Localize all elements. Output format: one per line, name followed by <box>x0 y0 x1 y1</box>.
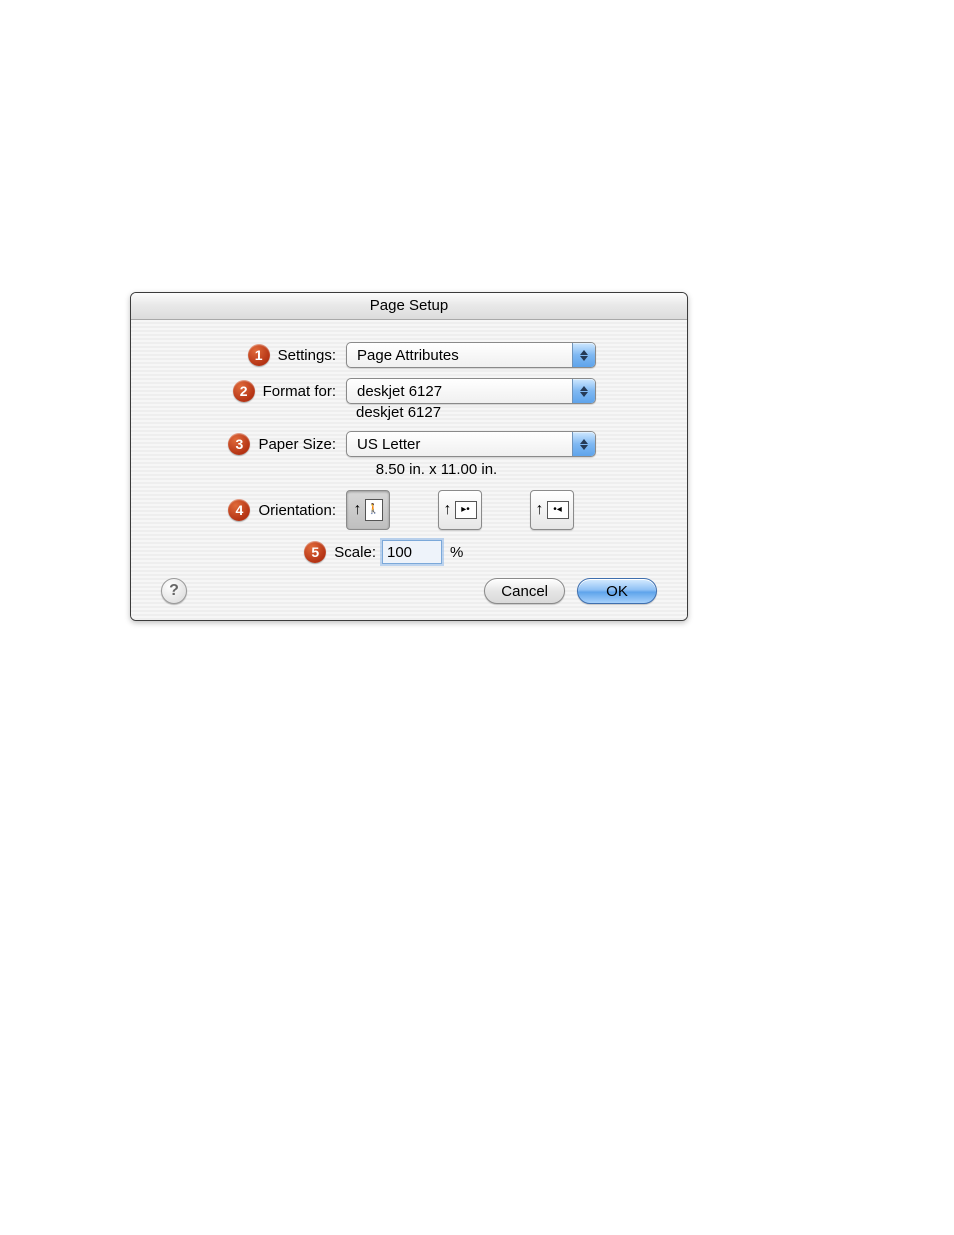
landscape-page-icon: •◂ <box>547 501 569 519</box>
cancel-button[interactable]: Cancel <box>484 578 565 604</box>
updown-arrows-icon <box>572 432 595 456</box>
paper-size-popup[interactable]: US Letter <box>346 431 596 457</box>
orientation-label: Orientation: <box>258 502 336 519</box>
format-for-popup[interactable]: deskjet 6127 <box>346 378 596 404</box>
settings-value: Page Attributes <box>357 347 572 364</box>
paper-dimensions: 8.50 in. x 11.00 in. <box>216 461 657 478</box>
dialog-title: Page Setup <box>131 293 687 320</box>
badge-4: 4 <box>228 499 250 521</box>
updown-arrows-icon <box>572 343 595 367</box>
badge-5: 5 <box>304 541 326 563</box>
scale-input[interactable] <box>382 540 442 564</box>
badge-1: 1 <box>248 344 270 366</box>
settings-popup[interactable]: Page Attributes <box>346 342 596 368</box>
dialog-content: 1 Settings: Page Attributes 2 Format for… <box>131 320 687 620</box>
paper-size-row: 3 Paper Size: US Letter <box>161 431 657 457</box>
up-arrow-icon: ↑ <box>536 501 544 519</box>
paper-size-label: Paper Size: <box>258 436 336 453</box>
format-for-row: 2 Format for: deskjet 6127 <box>161 378 657 404</box>
format-for-subtext: deskjet 6127 <box>356 404 657 421</box>
format-for-label: Format for: <box>263 383 336 400</box>
ok-button[interactable]: OK <box>577 578 657 604</box>
updown-arrows-icon <box>572 379 595 403</box>
landscape-page-icon: ▸• <box>455 501 477 519</box>
settings-row: 1 Settings: Page Attributes <box>161 342 657 368</box>
scale-suffix: % <box>450 544 463 561</box>
orientation-portrait-button[interactable]: ↑ 🚶 <box>346 490 390 530</box>
badge-3: 3 <box>228 433 250 455</box>
orientation-row: 4 Orientation: ↑ 🚶 ↑ ▸• ↑ <box>161 490 657 530</box>
up-arrow-icon: ↑ <box>444 501 452 519</box>
badge-2: 2 <box>233 380 255 402</box>
paper-size-value: US Letter <box>357 436 572 453</box>
portrait-page-icon: 🚶 <box>365 499 383 521</box>
scale-row: 5 Scale: % <box>161 540 657 564</box>
up-arrow-icon: ↑ <box>354 501 362 519</box>
scale-label: Scale: <box>334 544 376 561</box>
settings-label: Settings: <box>278 347 336 364</box>
dialog-footer: ? Cancel OK <box>161 578 657 604</box>
page-setup-dialog: Page Setup 1 Settings: Page Attributes 2 <box>130 292 688 621</box>
format-for-value: deskjet 6127 <box>357 383 572 400</box>
help-button[interactable]: ? <box>161 578 187 604</box>
orientation-landscape-right-button[interactable]: ↑ •◂ <box>530 490 574 530</box>
orientation-landscape-left-button[interactable]: ↑ ▸• <box>438 490 482 530</box>
